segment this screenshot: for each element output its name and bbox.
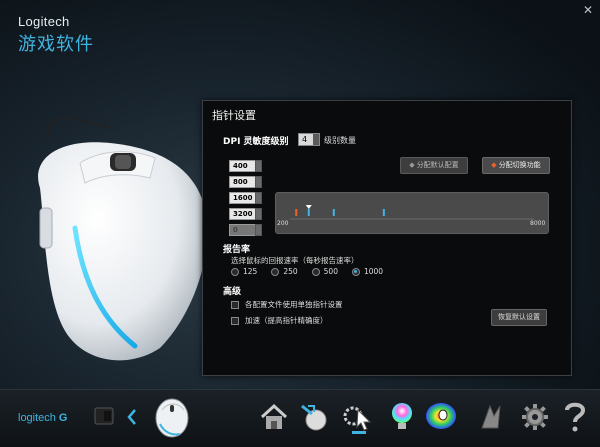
panel-title: 指针设置	[212, 109, 256, 122]
report-rate-125[interactable]: 125	[231, 267, 257, 276]
dpi-level-5: 0	[229, 224, 262, 236]
dpi-level-count-label: 级别数量	[324, 136, 356, 145]
dpi-dropdown-arrow-icon[interactable]	[255, 208, 262, 220]
assign-default-button[interactable]: ◆ 分配默认配置	[400, 157, 468, 174]
dpi-slider-min: 200	[277, 220, 289, 227]
radio-label: 250	[283, 267, 298, 276]
app-window: ✕ Logitech 游戏软件 指针设置 DPI 灵敏度级别 4 级别数量 ◆ …	[0, 0, 600, 447]
dpi-level-count-stepper[interactable]: 4	[298, 133, 320, 146]
dpi-current-indicator[interactable]	[305, 205, 312, 209]
report-rate-title: 报告率	[223, 245, 251, 255]
gear-icon[interactable]	[520, 402, 550, 432]
chevron-left-icon[interactable]	[125, 407, 139, 427]
checkbox-icon[interactable]	[231, 300, 239, 309]
checkbox-label: 加速（提高指针精确度）	[245, 316, 328, 325]
dpi-level-4[interactable]: 3200	[229, 208, 262, 220]
close-icon[interactable]: ✕	[580, 3, 596, 17]
dpi-switch-icon: ◆	[491, 161, 497, 169]
radio-label: 1000	[363, 267, 384, 276]
brand-header: Logitech 游戏软件	[18, 14, 94, 56]
dpi-sensitivity-label: DPI 灵敏度级别	[223, 137, 289, 147]
assign-switch-label: 分配切换功能	[498, 161, 541, 169]
dpi-level-value: 400	[233, 162, 248, 170]
heatmap-icon[interactable]	[424, 400, 458, 432]
checkbox-icon[interactable]	[231, 316, 239, 325]
dpi-level-value: 0	[233, 226, 238, 234]
dpi-slider-markers	[290, 205, 534, 220]
report-rate-1000[interactable]: 1000	[351, 267, 384, 276]
dpi-marker-1[interactable]	[295, 209, 298, 216]
arx-control-icon[interactable]	[476, 402, 506, 432]
dpi-dropdown-arrow-icon[interactable]	[255, 176, 262, 188]
dpi-level-3[interactable]: 1600	[229, 192, 262, 204]
logo-text: logitech	[18, 412, 56, 424]
advanced-title: 高级	[223, 287, 242, 297]
dpi-level-value: 3200	[233, 210, 253, 218]
logo-g: G	[58, 412, 68, 424]
brand-company: Logitech	[18, 14, 70, 29]
lighting-bulb-icon[interactable]	[386, 400, 418, 432]
home-icon[interactable]	[258, 402, 290, 432]
radio-icon[interactable]	[271, 267, 280, 276]
dpi-dropdown-arrow-icon[interactable]	[255, 160, 262, 172]
dpi-level-value: 1600	[233, 194, 253, 202]
per-profile-pointer-checkbox[interactable]: 各配置文件使用单独指针设置	[231, 299, 343, 310]
checkbox-label: 各配置文件使用单独指针设置	[245, 300, 343, 309]
assign-default-label: 分配默认配置	[416, 161, 459, 169]
restore-defaults-button[interactable]: 恢复默认设置	[491, 309, 547, 326]
dpi-marker-3[interactable]	[332, 209, 335, 216]
pointer-settings-panel: 指针设置 DPI 灵敏度级别 4 级别数量 ◆ 分配默认配置 ◆ 分配切换功能 40…	[202, 100, 572, 376]
help-icon[interactable]	[562, 400, 588, 434]
dpi-slider-max: 8000	[530, 220, 546, 227]
dpi-marker-2[interactable]	[307, 209, 310, 216]
radio-label: 125	[243, 267, 258, 276]
dpi-dropdown-arrow-icon[interactable]	[255, 192, 262, 204]
radio-label: 500	[323, 267, 338, 276]
assign-switch-button[interactable]: ◆ 分配切换功能	[482, 157, 550, 174]
radio-icon[interactable]	[311, 267, 320, 276]
dpi-marker-4[interactable]	[382, 209, 385, 216]
dpi-level-value: 800	[233, 178, 248, 186]
mouse-device-icon[interactable]	[150, 396, 196, 440]
bottom-toolbar: logitech G	[0, 389, 600, 447]
dpi-slider-track[interactable]	[275, 192, 549, 234]
report-rate-description: 选择鼠标的回报速率（每秒报告速率）	[231, 256, 359, 265]
report-rate-250[interactable]: 250	[271, 267, 298, 276]
pointer-settings-icon[interactable]	[340, 400, 374, 436]
report-rate-500[interactable]: 500	[311, 267, 338, 276]
brand-product: 游戏软件	[18, 34, 94, 54]
logitech-logo: logitech G	[18, 412, 67, 424]
dpi-level-2[interactable]: 800	[229, 176, 262, 188]
acceleration-checkbox[interactable]: 加速（提高指针精确度）	[231, 315, 328, 326]
dpi-dropdown-arrow-icon	[255, 224, 262, 236]
radio-icon[interactable]	[351, 267, 360, 276]
diamond-icon: ◆	[409, 161, 415, 169]
dpi-level-1[interactable]: 400	[229, 160, 262, 172]
report-rate-options: 125 250 500 1000	[231, 267, 383, 276]
device-switch-icon[interactable]	[94, 404, 124, 428]
radio-icon[interactable]	[231, 267, 239, 276]
customize-buttons-icon[interactable]	[298, 400, 334, 432]
